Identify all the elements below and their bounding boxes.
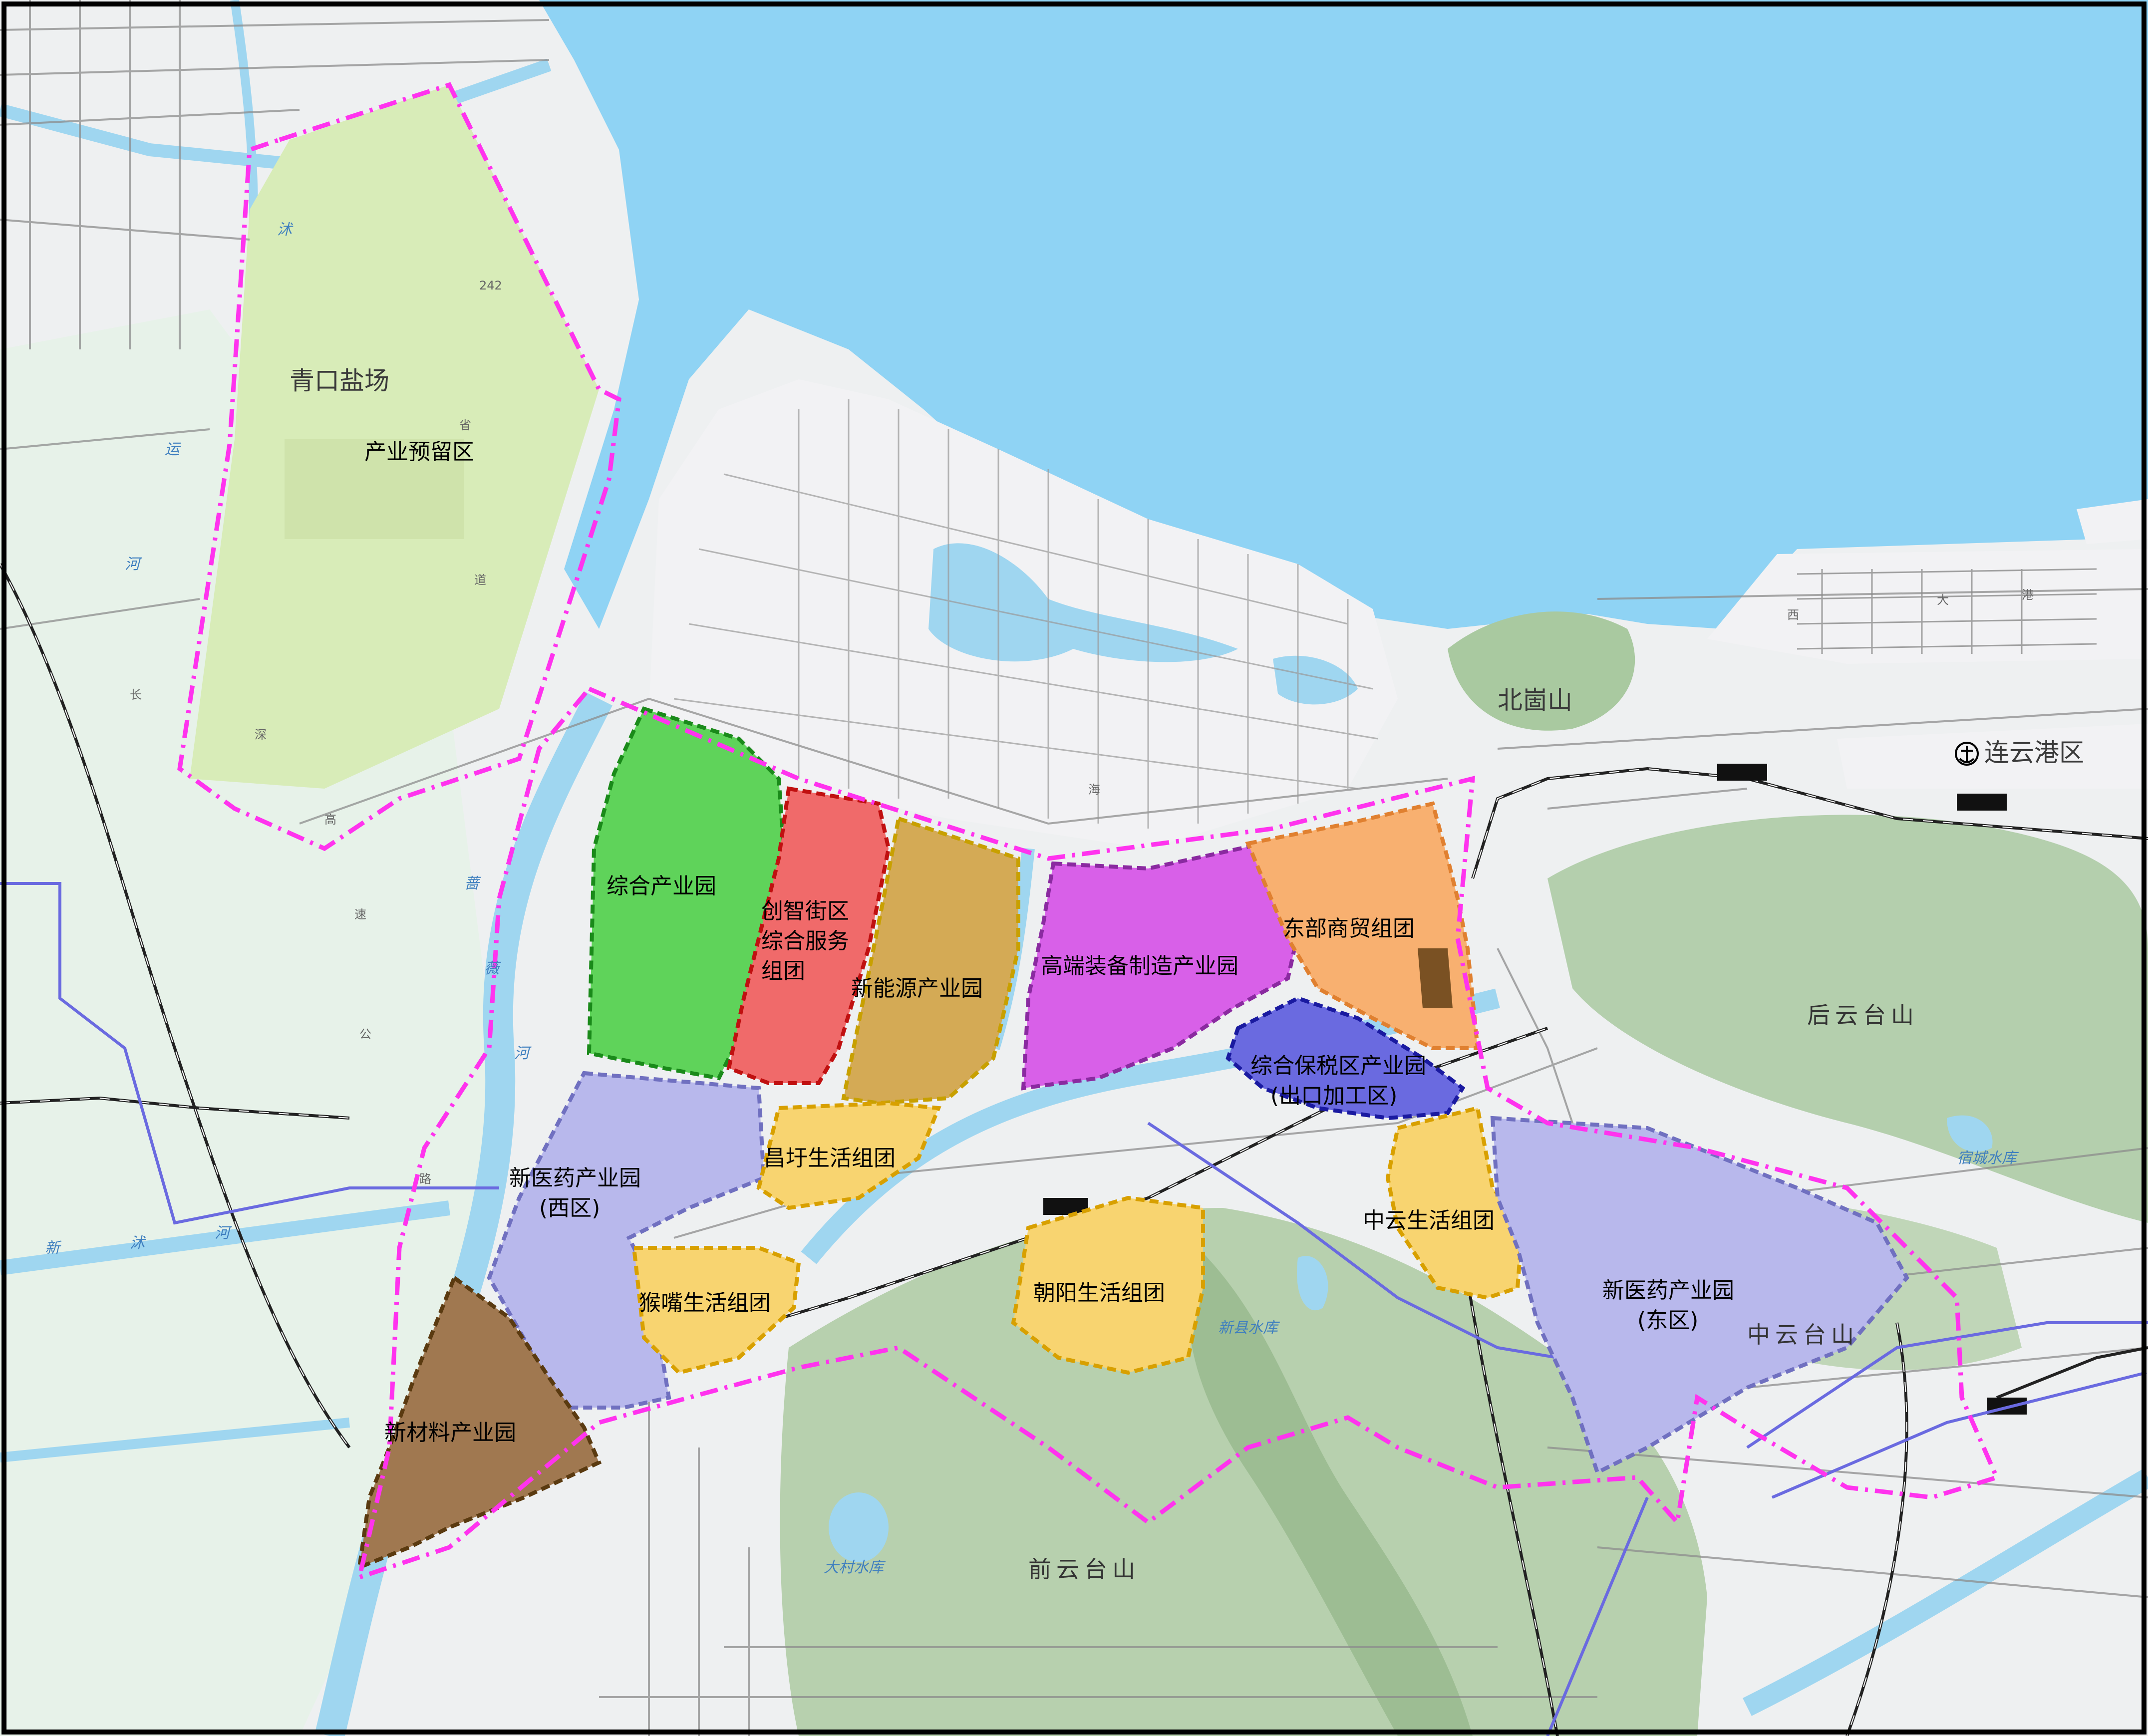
- label-houyuntai: 后云台山: [1807, 1002, 1919, 1029]
- dacun-reservoir: [829, 1492, 889, 1562]
- label-houzui: 猴嘴生活组团: [639, 1290, 771, 1316]
- east-trade-hatch: [1418, 948, 1453, 1008]
- road-char-da: 大: [1937, 593, 1949, 607]
- label-port: 连云港区: [1984, 738, 2084, 767]
- road-char-su: 速: [354, 907, 366, 921]
- water-char-wei: 薇: [484, 960, 502, 977]
- road-char-dao: 道: [474, 573, 486, 587]
- label-new-energy: 新能源产业园: [851, 976, 983, 1001]
- label-reserve: 产业预留区: [364, 439, 474, 465]
- label-high-end: 高端装备制造产业园: [1041, 953, 1238, 979]
- label-innovation-1: 创智街区: [761, 898, 849, 924]
- water-char-he2: 河: [215, 1224, 232, 1242]
- label-bonded-1: 综合保税区产业园: [1250, 1053, 1426, 1079]
- road-char-shen: 深: [255, 728, 267, 742]
- water-char-shu: 沭: [277, 221, 294, 239]
- label-east-trade: 东部商贸组团: [1283, 916, 1415, 941]
- label-qianyuntai: 前云台山: [1028, 1556, 1140, 1583]
- road-char-xi: 西: [1787, 608, 1799, 622]
- industrial-zone-map: 青口盐场 北崮山 连云港区 后云台山 中云台山 前云台山 产业预留区 综合产业园…: [0, 0, 2148, 1736]
- label-new-material: 新材料产业园: [384, 1420, 516, 1446]
- road-char-gang: 港: [2022, 588, 2034, 602]
- label-pharma-west-1: 新医药产业园: [509, 1165, 641, 1191]
- road-char-lu: 路: [419, 1172, 431, 1186]
- water-xinxian: 新县水库: [1218, 1319, 1280, 1337]
- water-char-shu2: 沭: [130, 1234, 146, 1252]
- road-char-gao: 高: [324, 813, 336, 827]
- road-char-sheng: 省: [459, 418, 471, 432]
- water-char-yun: 运: [165, 441, 181, 458]
- water-char-xin: 新: [45, 1239, 62, 1257]
- water-char-qiang: 蔷: [464, 875, 482, 892]
- label-comprehensive: 综合产业园: [607, 873, 716, 899]
- label-zhongyun: 中云生活组团: [1363, 1208, 1495, 1233]
- label-bonded-2: (出口加工区): [1270, 1083, 1397, 1109]
- water-char-he: 河: [514, 1045, 532, 1062]
- road-char-hai: 海: [1088, 783, 1100, 797]
- water-char-he3: 河: [125, 556, 142, 573]
- label-zhongyuntai: 中云台山: [1747, 1321, 1859, 1348]
- label-pharma-west-2: (西区): [539, 1195, 600, 1221]
- water-suicheng: 宿城水库: [1957, 1150, 2019, 1167]
- label-changyu: 昌圩生活组团: [764, 1146, 896, 1171]
- label-innovation-3: 组团: [761, 958, 805, 984]
- water-dacun: 大村水库: [824, 1559, 886, 1576]
- label-beigushan: 北崮山: [1498, 686, 1572, 715]
- label-saltfield: 青口盐场: [290, 366, 389, 395]
- road-char-242: 242: [479, 279, 502, 292]
- road-char-gong: 公: [359, 1027, 371, 1041]
- label-pharma-east-1: 新医药产业园: [1602, 1278, 1734, 1303]
- road-char-chang: 长: [130, 688, 142, 702]
- label-pharma-east-2: (东区): [1637, 1308, 1698, 1333]
- label-innovation-2: 综合服务: [761, 928, 849, 954]
- label-chaoyang: 朝阳生活组团: [1033, 1280, 1165, 1306]
